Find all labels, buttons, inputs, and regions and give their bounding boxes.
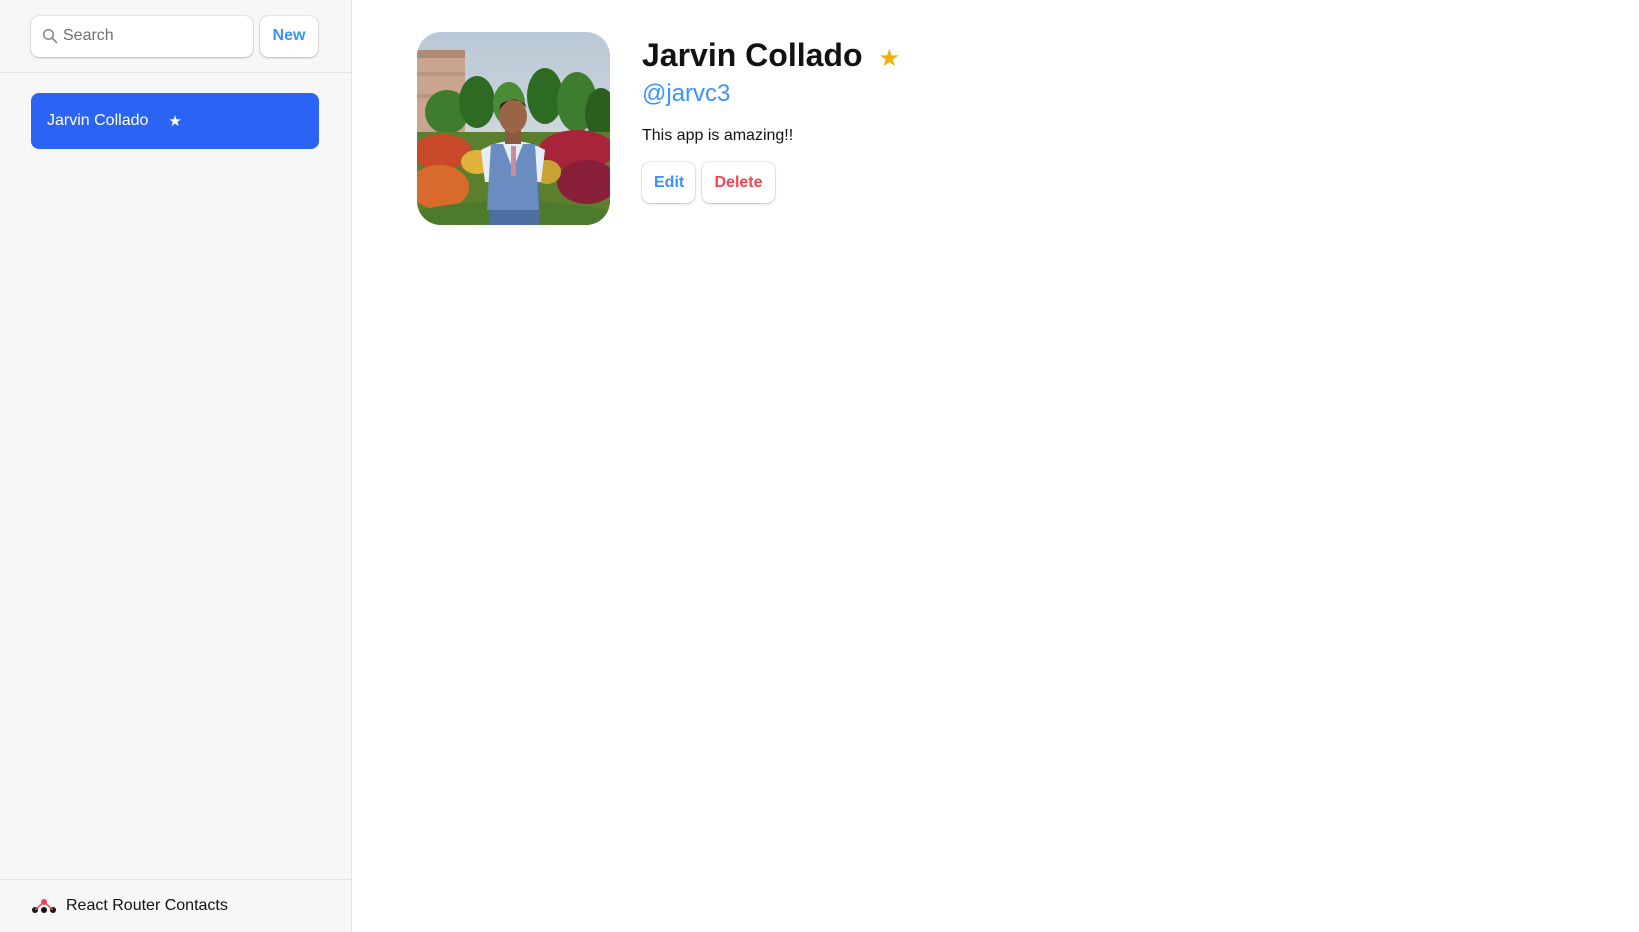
- contact-list: Jarvin Collado ★: [0, 73, 351, 879]
- contact-detail: Jarvin Collado ★ @jarvc3 This app is ama…: [352, 0, 1639, 932]
- delete-button[interactable]: Delete: [702, 162, 775, 203]
- sidebar: New Jarvin Collado ★ React Router Contac…: [0, 0, 352, 932]
- star-icon: ★: [168, 113, 182, 130]
- app-root: New Jarvin Collado ★ React Router Contac…: [0, 0, 1639, 932]
- app-title: React Router Contacts: [66, 897, 228, 914]
- sidebar-footer: React Router Contacts: [0, 879, 351, 932]
- contact-list-item[interactable]: Jarvin Collado ★: [31, 93, 319, 149]
- edit-button[interactable]: Edit: [642, 162, 695, 203]
- contact-name: Jarvin Collado: [642, 37, 863, 73]
- favorite-toggle-star-icon[interactable]: ★: [879, 44, 901, 73]
- contact-actions: Edit Delete: [642, 162, 900, 203]
- contact-header: Jarvin Collado ★: [642, 34, 900, 76]
- contact-handle-link[interactable]: @jarvc3: [642, 78, 900, 110]
- avatar-photo: [417, 32, 610, 225]
- contact-avatar: [417, 32, 610, 225]
- new-contact-button[interactable]: New: [260, 15, 318, 57]
- react-router-logo-icon: [32, 899, 56, 913]
- sidebar-toolbar: New: [0, 0, 351, 73]
- search-icon: [42, 28, 58, 43]
- search-form: [31, 15, 253, 57]
- search-input[interactable]: [31, 15, 253, 57]
- contact-list-item-name: Jarvin Collado: [47, 112, 149, 129]
- contact-notes: This app is amazing!!: [642, 127, 794, 144]
- contact-info: Jarvin Collado ★ @jarvc3 This app is ama…: [642, 32, 900, 932]
